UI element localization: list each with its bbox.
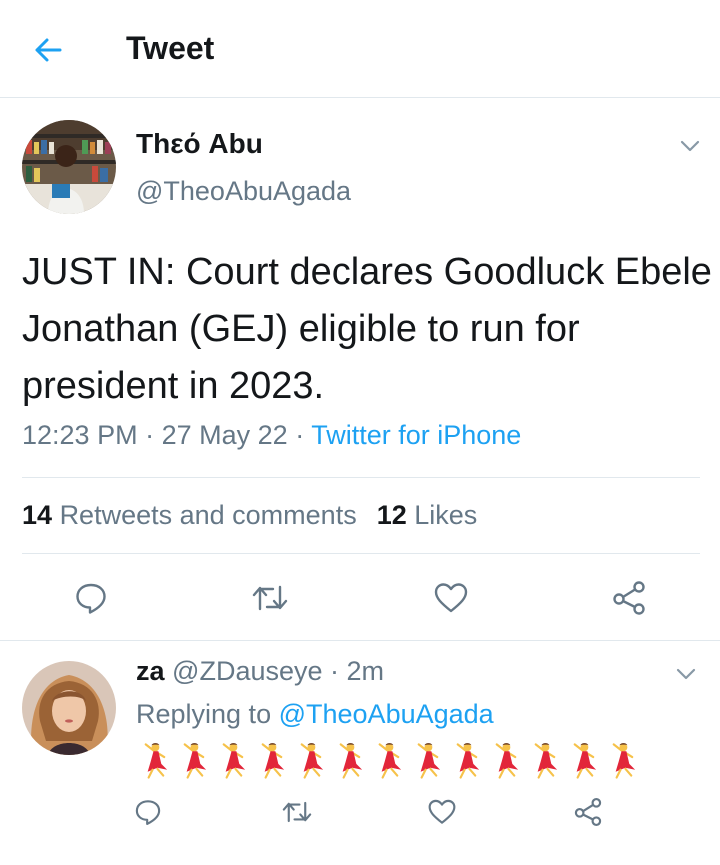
tweet-menu-button[interactable] [676, 132, 704, 160]
dancer-emoji [222, 743, 246, 779]
dancer-emoji [612, 743, 636, 779]
reply-text-emoji [134, 740, 641, 780]
reply-author-handle[interactable]: @ZDauseye [172, 656, 322, 686]
retweets-count: 14 [22, 500, 53, 530]
dancer-emoji [573, 743, 597, 779]
reply-button[interactable] [71, 578, 111, 618]
reply-reply-button[interactable] [130, 794, 166, 830]
page-title: Tweet [126, 30, 215, 66]
share-icon [613, 581, 645, 615]
replying-prefix: Replying to [136, 699, 272, 729]
heart-icon [428, 799, 456, 824]
dancer-emoji [417, 743, 441, 779]
dancer-emoji [144, 743, 168, 779]
likes-count: 12 [376, 500, 407, 530]
dancer-emoji [378, 743, 402, 779]
dancer-emoji [495, 743, 519, 779]
retweet-icon [252, 585, 288, 611]
tweet-text: JUST IN: Court declares Goodluck Ebele J… [22, 251, 712, 407]
tweet-detail-screen: Tweet Thεό Abu @TheoAbuAgada JUST IN: Co… [0, 0, 720, 865]
tweet-source-link[interactable]: Twitter for iPhone [311, 420, 521, 450]
section-divider [0, 640, 720, 641]
reply-retweet-button[interactable] [278, 794, 316, 830]
reply-author-name[interactable]: za [136, 656, 165, 686]
back-button[interactable] [28, 30, 68, 70]
dancer-emoji [261, 743, 285, 779]
likes-label: Likes [414, 500, 478, 530]
dancer-emoji [456, 743, 480, 779]
reply-header: za @ZDauseye · 2m [136, 656, 385, 686]
likes-stat[interactable]: 12 Likes [377, 500, 478, 530]
reply-time: 2m [346, 656, 385, 686]
author-handle[interactable]: @TheoAbuAgada [136, 176, 351, 207]
reply-like-button[interactable] [424, 794, 460, 830]
reply-author-avatar[interactable] [22, 661, 116, 755]
dancer-emoji [300, 743, 324, 779]
author-avatar[interactable] [22, 120, 116, 214]
top-bar: Tweet [0, 0, 720, 98]
comment-icon [76, 583, 106, 614]
reply-share-button[interactable] [570, 794, 606, 830]
chevron-down-icon [676, 668, 696, 680]
arrow-left-icon [35, 38, 62, 62]
heart-icon [434, 583, 468, 613]
share-button[interactable] [609, 578, 649, 618]
author-name[interactable]: Thεό Abu [136, 128, 263, 160]
dancer-emoji [339, 743, 363, 779]
tweet-meta: 12:23 PM · 27 May 22 · Twitter for iPhon… [22, 420, 522, 450]
replying-to-mention[interactable]: @TheoAbuAgada [279, 699, 494, 729]
replying-to-line: Replying to @TheoAbuAgada [136, 699, 494, 730]
tweet-time: 12:23 PM [22, 420, 138, 450]
like-button[interactable] [431, 578, 471, 618]
dancer-emoji [534, 743, 558, 779]
share-icon [574, 798, 602, 826]
divider [22, 477, 700, 478]
retweets-label: Retweets and comments [59, 500, 357, 530]
retweet-button[interactable] [249, 578, 291, 618]
comment-icon [135, 800, 161, 826]
retweets-stat[interactable]: 14 Retweets and comments [22, 500, 357, 530]
tweet-date: 27 May 22 [161, 420, 288, 450]
chevron-down-icon [680, 140, 700, 152]
reply-menu-button[interactable] [672, 660, 700, 688]
dancer-emoji [183, 743, 207, 779]
retweet-icon [282, 801, 312, 823]
divider [22, 553, 700, 554]
tweet-stats: 14 Retweets and comments 12 Likes [22, 500, 477, 531]
